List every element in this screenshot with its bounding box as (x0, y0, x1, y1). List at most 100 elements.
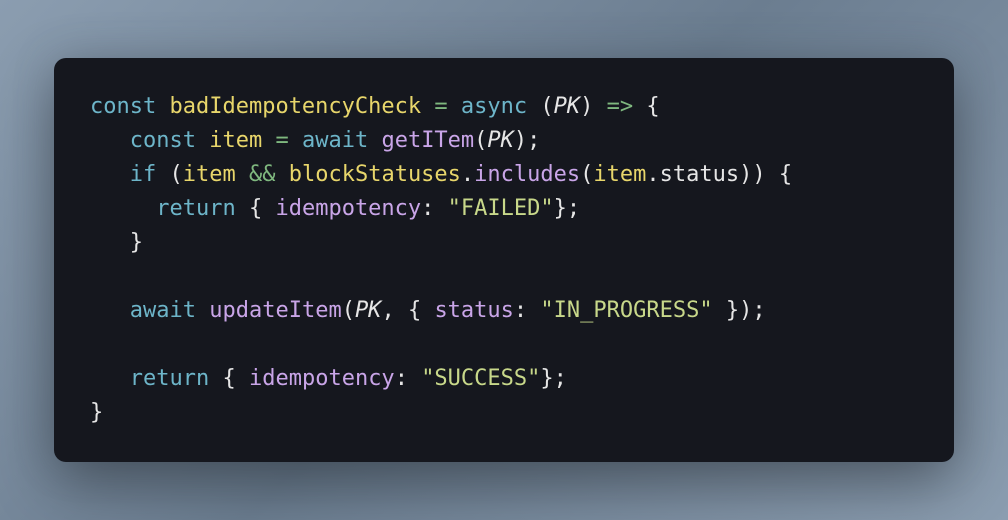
code-token: await (130, 298, 196, 323)
code-token (633, 94, 646, 119)
code-token: : (514, 298, 527, 323)
code-token (90, 196, 156, 221)
code-token: && (249, 162, 276, 187)
code-token: getITem (381, 128, 474, 153)
code-token: blockStatuses (289, 162, 461, 187)
code-token: = (275, 128, 288, 153)
code-token: idempotency (249, 366, 395, 391)
code-token: badIdempotencyCheck (169, 94, 421, 119)
code-token: ( (170, 162, 183, 187)
code-token: ; (527, 128, 540, 153)
code-token (156, 94, 169, 119)
code-token: ( (342, 298, 355, 323)
code-token: const (130, 128, 196, 153)
code-token (408, 366, 421, 391)
code-token: const (90, 94, 156, 119)
code-token (275, 162, 288, 187)
code-token (196, 128, 209, 153)
code-token (713, 298, 726, 323)
code-token: ( (540, 94, 553, 119)
code-token: PK (487, 128, 514, 153)
code-token: . (646, 162, 659, 187)
code-token: => (607, 94, 634, 119)
code-token: , (381, 298, 394, 323)
code-token (236, 162, 249, 187)
code-token: : (421, 196, 434, 221)
code-token: { (408, 298, 421, 323)
code-token (262, 128, 275, 153)
code-token: "FAILED" (448, 196, 554, 221)
code-token: = (434, 94, 447, 119)
code-token (262, 196, 275, 221)
code-token: { (779, 162, 792, 187)
code-token: PK (355, 298, 382, 323)
code-token: : (395, 366, 408, 391)
code-token: async (461, 94, 527, 119)
code-token (156, 162, 169, 187)
code-token (236, 366, 249, 391)
code-token: ; (554, 366, 567, 391)
code-token (434, 196, 447, 221)
code-token (236, 196, 249, 221)
code-line: } (90, 226, 918, 260)
code-token: { (646, 94, 659, 119)
code-token (766, 162, 779, 187)
code-token: } (90, 400, 103, 425)
code-token: { (222, 366, 235, 391)
code-token: ) (739, 162, 752, 187)
code-token (527, 298, 540, 323)
code-token: ) (752, 162, 765, 187)
code-token: } (726, 298, 739, 323)
code-token: ) (514, 128, 527, 153)
code-token: ; (567, 196, 580, 221)
code-token: . (461, 162, 474, 187)
code-token: item (183, 162, 236, 187)
code-line: const item = await getITem(PK); (90, 124, 918, 158)
code-token (395, 298, 408, 323)
code-token (90, 366, 130, 391)
code-token: status (434, 298, 513, 323)
code-token (289, 128, 302, 153)
code-token: status (660, 162, 739, 187)
code-line: return { idempotency: "FAILED"}; (90, 192, 918, 226)
code-token (90, 298, 130, 323)
code-token (421, 298, 434, 323)
code-line: const badIdempotencyCheck = async (PK) =… (90, 90, 918, 124)
code-token: "IN_PROGRESS" (540, 298, 712, 323)
code-line (90, 328, 918, 362)
code-token: item (209, 128, 262, 153)
code-token: ( (580, 162, 593, 187)
code-line: if (item && blockStatuses.includes(item.… (90, 158, 918, 192)
code-token: item (593, 162, 646, 187)
code-token (90, 162, 130, 187)
code-token: ) (580, 94, 593, 119)
code-token: "SUCCESS" (421, 366, 540, 391)
code-token: } (554, 196, 567, 221)
code-token (368, 128, 381, 153)
code-token: updateItem (209, 298, 341, 323)
code-token (90, 128, 130, 153)
code-token (421, 94, 434, 119)
code-token: return (130, 366, 209, 391)
code-line: return { idempotency: "SUCCESS"}; (90, 362, 918, 396)
code-token (90, 230, 130, 255)
code-token: } (540, 366, 553, 391)
code-block: const badIdempotencyCheck = async (PK) =… (54, 58, 954, 463)
code-token (593, 94, 606, 119)
code-token: if (130, 162, 157, 187)
code-token (448, 94, 461, 119)
code-token: } (130, 230, 143, 255)
code-token: includes (474, 162, 580, 187)
code-token: await (302, 128, 368, 153)
code-token: ) (739, 298, 752, 323)
code-line: } (90, 396, 918, 430)
code-token: { (249, 196, 262, 221)
code-token: return (156, 196, 235, 221)
code-token: ; (752, 298, 765, 323)
code-token (196, 298, 209, 323)
code-line (90, 260, 918, 294)
code-token: idempotency (275, 196, 421, 221)
code-token (527, 94, 540, 119)
code-token: ( (474, 128, 487, 153)
code-token (209, 366, 222, 391)
